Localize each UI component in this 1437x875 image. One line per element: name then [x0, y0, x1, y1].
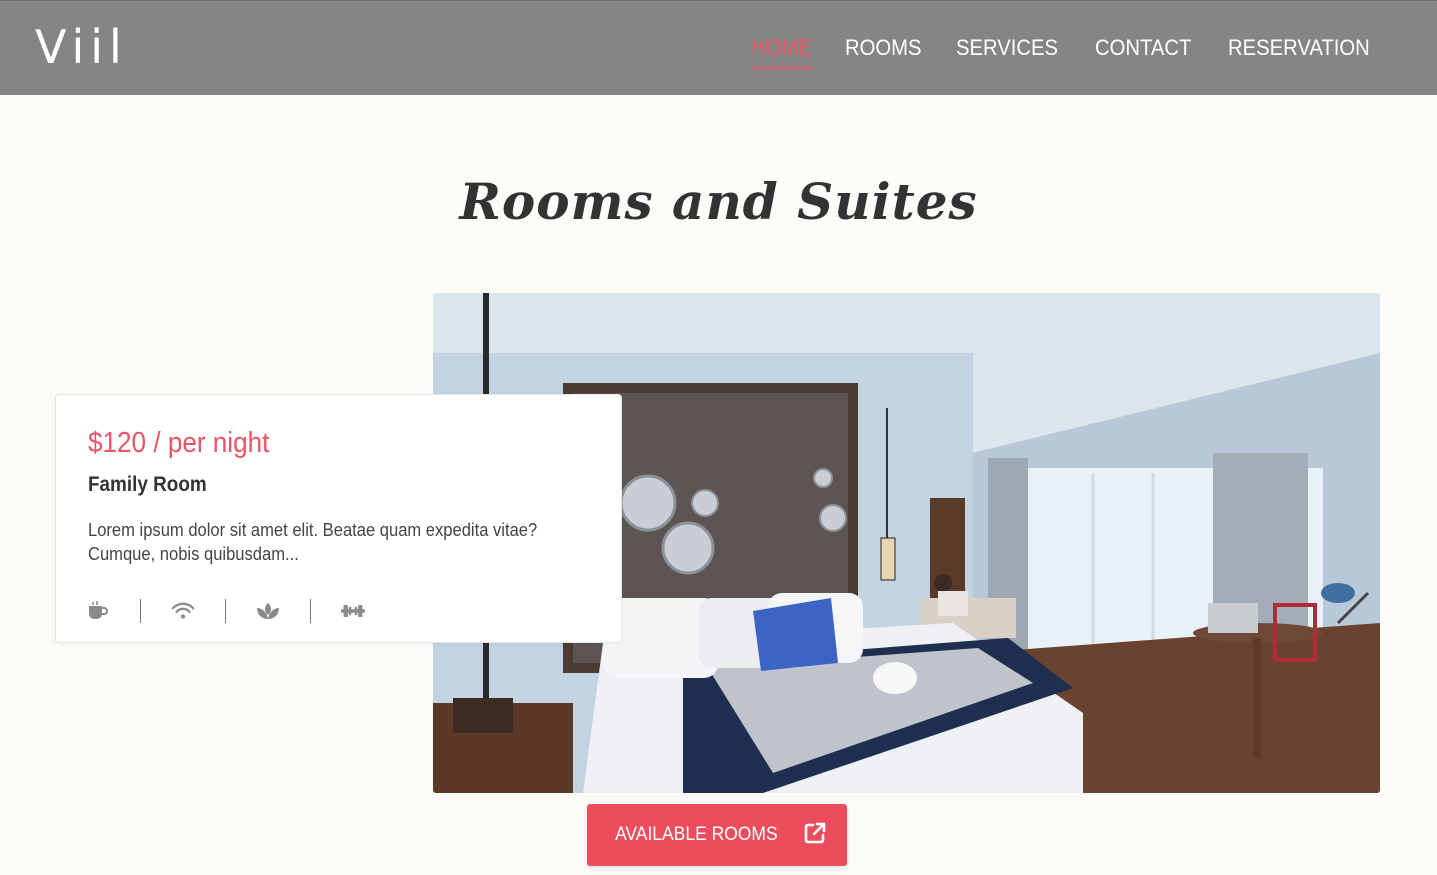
nav-home[interactable]: HOME [751, 31, 812, 69]
amenity-divider [140, 599, 141, 623]
amenities-list [86, 599, 365, 623]
spa-icon [256, 599, 280, 623]
main-nav: HOME ROOMS SERVICES CONTACT RESERVATION [751, 31, 1382, 69]
wifi-icon [171, 599, 195, 623]
nav-rooms[interactable]: ROOMS [845, 31, 921, 69]
room-card: $120 / per night Family Room Lorem ipsum… [55, 394, 622, 643]
section-title: Rooms and Suites [459, 172, 978, 231]
amenity-divider [310, 599, 311, 623]
navbar: Viil HOME ROOMS SERVICES CONTACT RESERVA… [0, 0, 1437, 95]
logo[interactable]: Viil [35, 19, 128, 75]
amenity-divider [225, 599, 226, 623]
nav-contact[interactable]: CONTACT [1095, 31, 1191, 69]
gym-icon [341, 599, 365, 623]
room-name[interactable]: Family Room [88, 473, 207, 497]
available-rooms-button[interactable]: AVAILABLE ROOMS [587, 804, 847, 866]
external-link-icon [804, 822, 826, 849]
coffee-icon [86, 599, 110, 623]
nav-services[interactable]: SERVICES [956, 31, 1058, 69]
available-rooms-label: AVAILABLE ROOMS [614, 824, 778, 845]
room-price: $120 / per night [88, 427, 270, 459]
room-description: Lorem ipsum dolor sit amet elit. Beatae … [88, 520, 538, 564]
nav-reservation[interactable]: RESERVATION [1228, 31, 1370, 69]
